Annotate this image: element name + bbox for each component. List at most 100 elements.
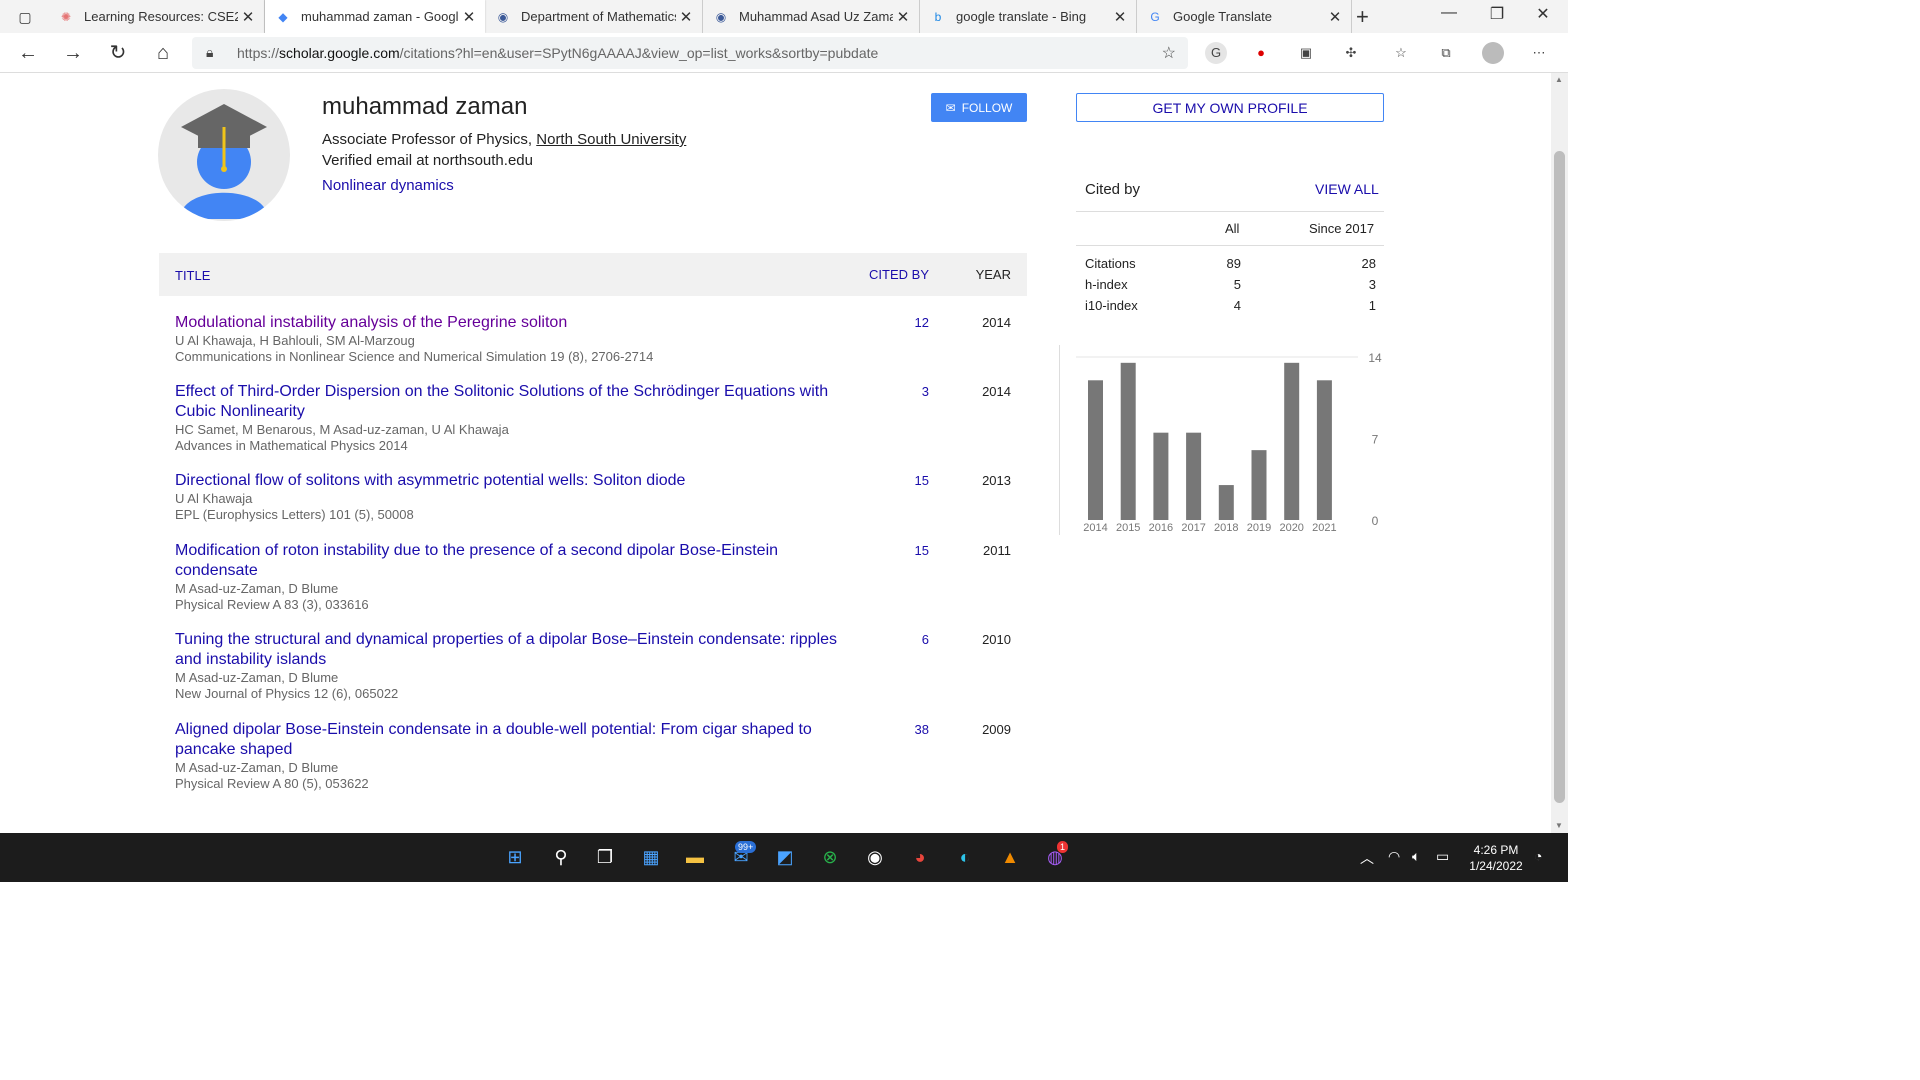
cited-by-count-link[interactable]: 3 — [922, 384, 929, 399]
app-icon[interactable]: ◉ — [860, 842, 890, 872]
lock-icon[interactable]: 🔒︎ — [206, 44, 213, 61]
article-venue: EPL (Europhysics Letters) 101 (5), 50008 — [175, 507, 414, 522]
article-year: 2014 — [982, 384, 1011, 399]
chart-bar[interactable] — [1251, 450, 1267, 520]
profile-avatar-icon[interactable] — [1482, 42, 1504, 64]
tab-strip: ▢ ✺Learning Resources: CSE215✕◆muhammad … — [0, 0, 1568, 33]
close-tab-icon[interactable]: ✕ — [893, 8, 913, 26]
research-interest-link[interactable]: Nonlinear dynamics — [322, 177, 454, 194]
close-window-icon[interactable]: ✕ — [1520, 4, 1566, 24]
extension-profile-icon[interactable]: ▣ — [1295, 42, 1317, 64]
tab-title: Department of Mathematics — [521, 9, 676, 24]
scroll-up-icon[interactable]: ▲ — [1555, 75, 1563, 84]
add-favorite-icon[interactable]: ☆ — [1162, 43, 1176, 63]
browser-tab[interactable]: ◉ Muhammad Asad Uz Zaman ✕ — [703, 0, 920, 33]
browser-tab[interactable]: b google translate - Bing ✕ — [920, 0, 1137, 33]
tab-actions-icon[interactable]: ▢ — [8, 5, 42, 29]
vlc-icon[interactable]: ▲ — [995, 842, 1025, 872]
profile-position: Associate Professor of Physics, — [322, 131, 533, 148]
task-view-icon[interactable]: ❐ — [590, 842, 620, 872]
chart-bar[interactable] — [1284, 362, 1300, 520]
close-tab-icon[interactable]: ✕ — [238, 8, 258, 26]
scrollbar-thumb[interactable] — [1554, 151, 1565, 803]
sort-by-title-link[interactable]: TITLE — [175, 268, 210, 283]
article-title-link[interactable]: Directional flow of solitons with asymme… — [175, 471, 865, 491]
article-title-link[interactable]: Modulational instability analysis of the… — [175, 313, 865, 333]
xbox-icon[interactable]: ⊗ — [815, 842, 845, 872]
browser-tab[interactable]: ◆ muhammad zaman - Google Scholar✕ — [265, 0, 485, 33]
sort-by-year-link[interactable]: YEAR — [976, 267, 1011, 282]
close-tab-icon[interactable]: ✕ — [1110, 8, 1130, 26]
chart-bar[interactable] — [1153, 432, 1169, 520]
divider — [1076, 245, 1384, 246]
university-icon: ◉ — [497, 9, 509, 24]
chart-bar[interactable] — [1218, 485, 1234, 520]
browser-tab[interactable]: ✺ Learning Resources: CSE215✕ — [48, 0, 265, 33]
stat-label: h-index — [1085, 277, 1128, 292]
page-scrollbar[interactable]: ▲ ▼ — [1551, 73, 1568, 833]
forward-icon[interactable]: → — [60, 40, 86, 66]
close-tab-icon[interactable]: ✕ — [676, 8, 696, 26]
view-all-link[interactable]: VIEW ALL — [1315, 181, 1379, 197]
widgets-icon[interactable]: ▦ — [636, 842, 666, 872]
chart-x-tick-label: 2018 — [1214, 522, 1238, 534]
start-icon[interactable]: ⊞ — [500, 842, 530, 872]
article-meta: HC Samet, M Benarous, M Asad-uz-zaman, U… — [175, 422, 509, 454]
grammarly-icon[interactable]: G — [1205, 42, 1227, 64]
notifications-icon[interactable]: ◔ — [1534, 848, 1542, 864]
favorites-icon[interactable]: ☆ — [1390, 42, 1412, 64]
cited-by-count-link[interactable]: 38 — [915, 722, 929, 737]
chart-y-tick-label: 7 — [1372, 433, 1379, 447]
file-explorer-icon[interactable]: ▬ — [680, 842, 710, 872]
profile-avatar — [158, 89, 290, 221]
minimize-icon[interactable]: — — [1426, 4, 1472, 22]
institution-link[interactable]: North South University — [536, 131, 686, 148]
new-tab-icon[interactable]: + — [1356, 4, 1369, 30]
refresh-icon[interactable]: ↻ — [105, 40, 131, 66]
chart-bar[interactable] — [1186, 432, 1202, 520]
chart-bar[interactable] — [1088, 380, 1103, 520]
chart-bar[interactable] — [1316, 380, 1332, 520]
stat-since-value: 1 — [1368, 298, 1376, 313]
chrome-icon[interactable]: ◕ — [905, 842, 935, 872]
follow-button[interactable]: ✉ FOLLOW — [931, 93, 1027, 122]
stat-col-all: All — [1225, 221, 1240, 236]
collections-icon[interactable]: ⧉ — [1435, 42, 1457, 64]
system-clock[interactable]: 4:26 PM 1/24/2022 — [1466, 842, 1526, 874]
search-icon[interactable]: ⚲ — [546, 842, 576, 872]
get-my-own-profile-button[interactable]: GET MY OWN PROFILE — [1076, 93, 1384, 122]
sort-by-cited-link[interactable]: CITED BY — [869, 267, 929, 282]
whiteboard-icon[interactable]: ◩ — [770, 842, 800, 872]
article-meta: U Al Khawaja EPL (Europhysics Letters) 10… — [175, 491, 414, 523]
cited-by-count-link[interactable]: 6 — [922, 632, 929, 647]
article-title-link[interactable]: Modification of roton instability due to… — [175, 541, 865, 581]
extensions-icon[interactable]: ✣ — [1340, 42, 1362, 64]
close-tab-icon[interactable]: ✕ — [1325, 8, 1345, 26]
home-icon[interactable]: ⌂ — [150, 40, 176, 66]
article-title-link[interactable]: Effect of Third-Order Dispersion on the … — [175, 382, 865, 422]
back-icon[interactable]: ← — [15, 40, 41, 66]
address-bar[interactable]: 🔒︎ https://scholar.google.com/citations?… — [192, 37, 1188, 69]
article-title-link[interactable]: Aligned dipolar Bose-Einstein condensate… — [175, 720, 865, 760]
scroll-down-icon[interactable]: ▼ — [1555, 821, 1563, 830]
wifi-icon[interactable]: ◠ — [1388, 848, 1400, 865]
battery-icon[interactable]: ▭ — [1436, 848, 1449, 865]
chart-bar[interactable] — [1120, 362, 1136, 520]
more-menu-icon[interactable]: ⋯ — [1528, 42, 1550, 64]
cited-by-count-link[interactable]: 12 — [915, 315, 929, 330]
clock-date: 1/24/2022 — [1469, 859, 1523, 873]
article-venue: Communications in Nonlinear Science and … — [175, 349, 654, 364]
url-text[interactable]: https://scholar.google.com/citations?hl=… — [237, 45, 878, 61]
cited-by-count-link[interactable]: 15 — [915, 473, 929, 488]
article-meta: U Al Khawaja, H Bahlouli, SM Al-Marzoug C… — [175, 333, 653, 365]
record-icon[interactable]: ● — [1250, 42, 1272, 64]
close-tab-icon[interactable]: ✕ — [459, 8, 479, 26]
browser-tab[interactable]: G Google Translate ✕ — [1137, 0, 1352, 33]
article-title-link[interactable]: Tuning the structural and dynamical prop… — [175, 630, 865, 670]
show-hidden-icons[interactable]: ︿ — [1360, 848, 1374, 868]
volume-icon[interactable]: 🔈︎ — [1412, 848, 1420, 865]
edge-icon[interactable]: ◐ — [950, 842, 980, 872]
browser-tab[interactable]: ◉ Department of Mathematics ✕ — [485, 0, 703, 33]
cited-by-count-link[interactable]: 15 — [915, 543, 929, 558]
restore-icon[interactable]: ❐ — [1474, 4, 1520, 24]
